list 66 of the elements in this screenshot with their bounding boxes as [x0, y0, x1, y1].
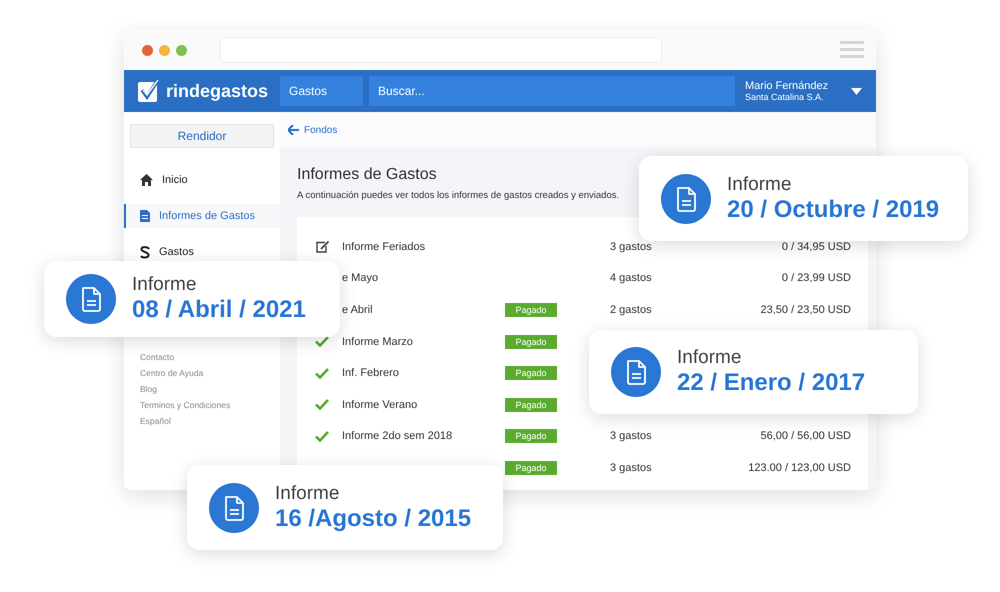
document-icon — [611, 347, 661, 397]
back-link[interactable]: Fondos — [280, 112, 876, 148]
footer-link[interactable]: Blog — [140, 384, 280, 394]
report-date: 08 / Abril / 2021 — [132, 296, 306, 324]
arrow-left-icon — [288, 125, 299, 135]
expense-count: 3 gastos — [610, 240, 652, 253]
report-name[interactable]: e Abril — [342, 304, 373, 316]
amount: 123.00 / 123,00 USD — [748, 462, 851, 474]
menu-icon[interactable] — [840, 41, 864, 59]
home-icon — [140, 174, 153, 186]
close-dot[interactable] — [142, 44, 153, 56]
search-field[interactable]: Buscar... — [369, 76, 735, 106]
card-label: Informe — [275, 482, 340, 504]
edit-icon — [316, 240, 329, 253]
report-name[interactable]: Informe 2do sem 2018 — [342, 430, 452, 442]
amount: 56,00 / 56,00 USD — [760, 430, 851, 442]
status-badge: Pagado — [505, 366, 557, 380]
document-icon — [661, 174, 711, 224]
expense-count: 3 gastos — [610, 430, 652, 442]
role-button[interactable]: Rendidor — [130, 124, 274, 148]
card-label: Informe — [727, 174, 792, 196]
status-badge: Pagado — [505, 429, 557, 444]
report-name[interactable]: e Mayo — [342, 272, 378, 284]
footer-link[interactable]: Español — [140, 416, 280, 426]
amount: 0 / 34,95 USD — [782, 240, 851, 253]
footer-link[interactable]: Terminos y Condiciones — [140, 400, 280, 410]
section-selector[interactable]: Gastos — [280, 76, 363, 106]
expense-count: 3 gastos — [610, 462, 652, 474]
page-title: Informes de Gastos — [297, 166, 437, 184]
status-badge: Pagado — [505, 460, 557, 475]
check-icon — [315, 368, 329, 379]
sidebar-item[interactable]: Informes de Gastos — [124, 204, 280, 228]
brand-name[interactable]: rindegastos — [166, 80, 268, 102]
minimize-dot[interactable] — [159, 44, 170, 56]
report-name[interactable]: Informe Marzo — [342, 336, 413, 348]
user-name: Mario Fernández — [745, 80, 828, 92]
document-icon — [66, 274, 116, 324]
status-badge: Pagado — [505, 398, 557, 412]
report-date: 16 /Agosto / 2015 — [275, 504, 472, 532]
report-date: 22 / Enero / 2017 — [677, 369, 866, 397]
report-name[interactable]: Informe Verano — [342, 398, 418, 411]
check-icon — [315, 399, 329, 410]
status-badge: Pagado — [505, 334, 557, 349]
document-icon — [209, 482, 259, 532]
expense-count: 2 gastos — [610, 304, 652, 316]
report-name[interactable]: Inf. Febrero — [342, 367, 399, 380]
sidebar-item[interactable]: Inicio — [124, 168, 280, 192]
caret-icon[interactable] — [851, 88, 862, 94]
page-subtitle: A continuación puedes ver todos los informes de gastos creados y enviados. — [297, 190, 620, 201]
amount: 0 / 23,99 USD — [782, 272, 851, 284]
checkmark-logo-icon — [138, 79, 160, 103]
footer-link[interactable]: Contacto — [140, 352, 280, 362]
card-label: Informe — [132, 274, 198, 296]
card-label: Informe — [677, 347, 742, 369]
document-icon — [140, 210, 150, 222]
amount: 23,50 / 23,50 USD — [760, 304, 851, 316]
check-icon — [315, 430, 329, 442]
maximize-dot[interactable] — [176, 44, 187, 56]
check-icon — [315, 336, 329, 348]
report-name[interactable]: Informe Feriados — [342, 240, 426, 253]
company-name: Santa Catalina S.A. — [745, 92, 825, 102]
report-date: 20 / Octubre / 2019 — [727, 196, 940, 224]
expense-count: 4 gastos — [610, 272, 652, 284]
footer-link[interactable]: Centro de Ayuda — [140, 368, 280, 378]
sidebar-item[interactable]: Gastos — [124, 240, 280, 264]
status-badge: Pagado — [505, 302, 557, 317]
